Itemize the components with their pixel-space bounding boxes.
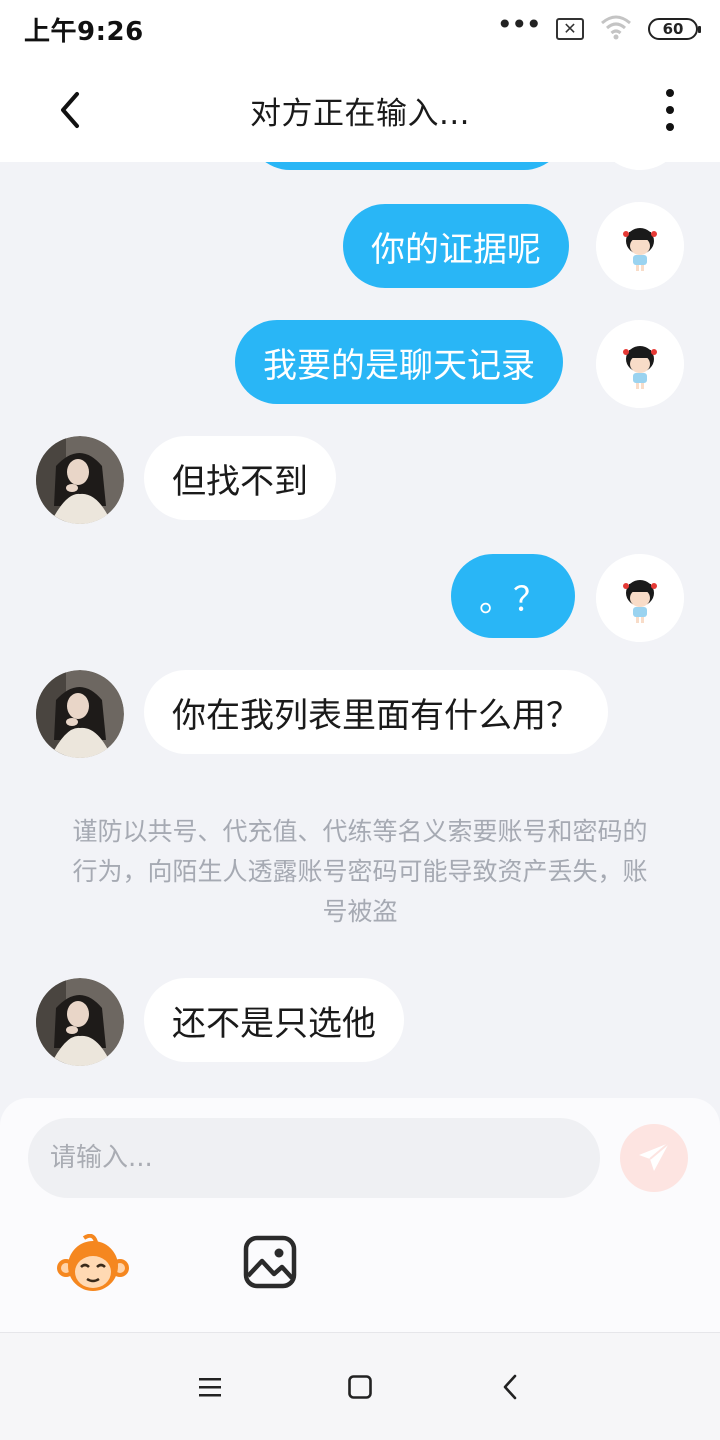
battery-icon: 60 [648,18,701,40]
message-bubble-theirs[interactable]: 还不是只选他 [144,978,404,1062]
my-avatar[interactable] [596,202,684,290]
wifi-icon [600,14,632,44]
emoji-button[interactable] [56,1233,130,1294]
menu-icon [199,1378,221,1397]
message-bubble-mine[interactable]: 。？ [451,554,575,638]
input-panel [0,1098,720,1332]
security-notice: 谨防以共号、代充值、代练等名义索要账号和密码的行为，向陌生人透露账号密码可能导致… [72,817,648,926]
chat-message-list[interactable]: 你的证据呢 我要的是聊天记录 但找不到 。？ 你在我列表里面有什么用？ 谨防以共… [0,162,720,1100]
back-button[interactable] [44,84,96,136]
more-dots-icon: ••• [496,8,542,41]
home-square-icon [348,1375,372,1399]
my-avatar[interactable] [596,162,684,170]
message-bubble-mine[interactable]: 你的证据呢 [343,204,569,288]
system-nav-bar [0,1332,720,1440]
message-bubble-theirs[interactable]: 但找不到 [144,436,336,520]
contact-avatar[interactable] [36,978,124,1066]
status-icons: ••• ✕ 60 [496,8,701,44]
chevron-left-icon [61,92,79,128]
battery-level: 60 [662,19,684,38]
contact-avatar[interactable] [36,436,124,524]
paper-plane-icon [639,1142,670,1171]
back-chevron-icon [503,1374,517,1400]
monkey-emoji-icon [57,1233,129,1291]
image-button[interactable] [240,1232,300,1292]
my-avatar[interactable] [596,554,684,642]
message-input[interactable] [28,1118,600,1198]
image-icon [243,1235,297,1289]
nav-back-button[interactable] [490,1367,530,1407]
status-time: 上午9:26 [24,16,144,47]
message-bubble-mine[interactable]: 我要的是聊天记录 [235,320,563,404]
my-avatar[interactable] [596,320,684,408]
contact-avatar[interactable] [36,670,124,758]
more-options-button[interactable] [648,82,692,138]
sim-off-icon: ✕ [556,18,584,40]
home-button[interactable] [340,1367,380,1407]
vertical-dots-icon [666,89,674,97]
message-bubble-theirs[interactable]: 你在我列表里面有什么用？ [144,670,608,754]
message-bubble-clipped [248,162,566,170]
send-button[interactable] [620,1124,688,1192]
status-bar: 上午9:26 ••• ✕ 60 [0,0,720,58]
chat-title: 对方正在输入... [249,95,471,132]
chat-header: 对方正在输入... [0,58,720,162]
recent-apps-button[interactable] [190,1367,230,1407]
